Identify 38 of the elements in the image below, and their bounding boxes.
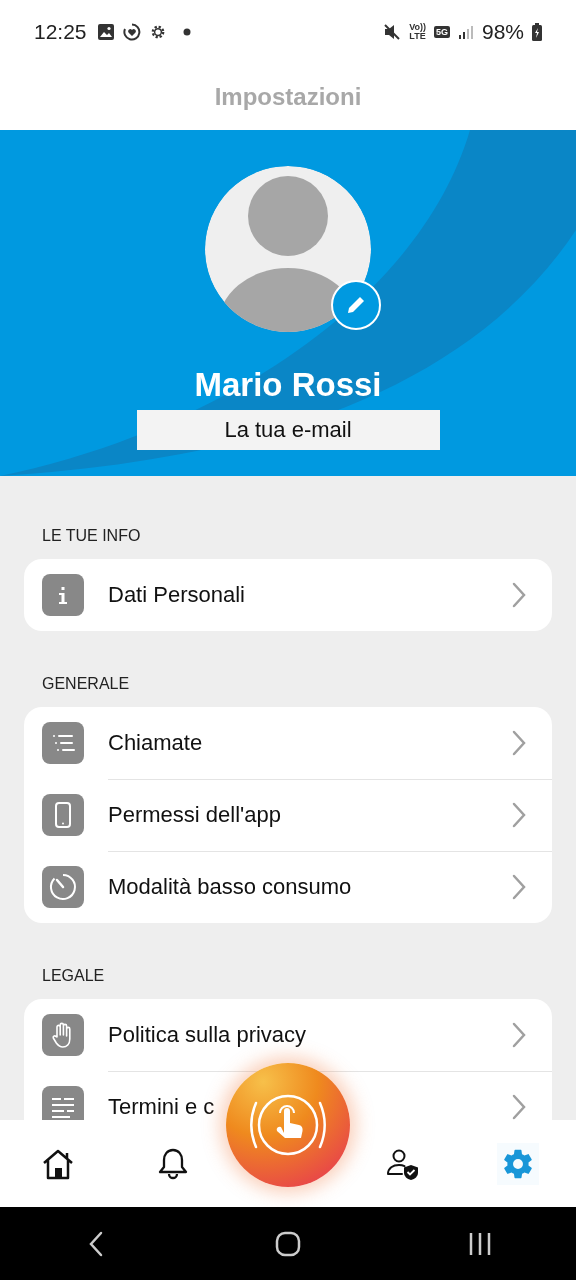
row-label[interactable]: Chiamate <box>108 730 203 755</box>
chevron-icon <box>512 1094 526 1120</box>
volte-label: Vo)) <box>409 23 426 32</box>
heart-circle-icon <box>122 23 141 41</box>
user-shield-icon[interactable] <box>386 1147 421 1180</box>
timer-icon <box>42 866 84 908</box>
email-label: La tua e-mail <box>136 410 440 450</box>
row-label[interactable]: Dati Personali <box>108 582 245 607</box>
chevron-icon <box>512 802 526 828</box>
row-label[interactable]: Modalità basso consumo <box>108 874 352 899</box>
home-button-icon[interactable] <box>274 1229 302 1258</box>
section-heading: LE TUE INFO <box>42 527 141 544</box>
profile-name: Mario Rossi <box>194 366 382 404</box>
network-label: 5G <box>433 26 450 38</box>
chevron-icon <box>512 730 526 756</box>
chevron-icon <box>512 1022 526 1048</box>
mute-icon <box>383 23 402 41</box>
clock-time: 12:25 <box>34 20 87 44</box>
hand-icon <box>42 1014 84 1056</box>
chevron-icon <box>512 874 526 900</box>
image-icon <box>96 23 115 41</box>
dot-icon <box>182 28 191 36</box>
battery-percentage: 98% <box>481 20 524 44</box>
row-label[interactable]: Permessi dell'app <box>108 802 281 827</box>
pencil-icon <box>345 294 367 316</box>
lte-label: LTE <box>409 32 426 41</box>
section-heading: LEGALE <box>42 967 105 984</box>
chevron-icon <box>512 582 526 608</box>
info-icon <box>42 574 84 616</box>
battery-icon <box>532 23 542 41</box>
signal-icon <box>457 24 474 40</box>
bell-icon[interactable] <box>156 1146 189 1181</box>
list-icon <box>42 722 84 764</box>
section-heading: GENERALE <box>42 675 130 692</box>
row-label[interactable]: Termini e c <box>108 1094 215 1119</box>
screen-title: Impostazioni <box>214 83 362 111</box>
row-label[interactable]: Politica sulla privacy <box>108 1022 307 1047</box>
smartphone-icon <box>42 794 84 836</box>
